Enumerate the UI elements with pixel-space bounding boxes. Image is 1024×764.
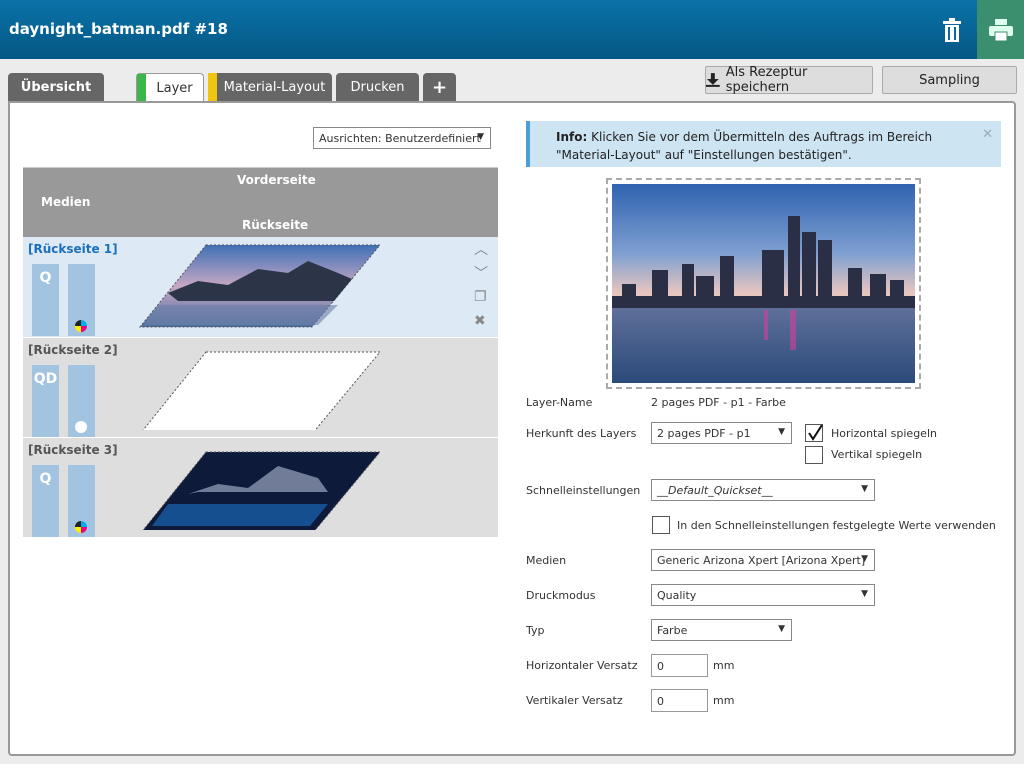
job-title: daynight_batman.pdf #18 — [9, 20, 228, 38]
print-mode-badge: Q — [32, 264, 59, 336]
use-quickset-checkbox[interactable] — [652, 516, 670, 534]
download-icon — [706, 73, 720, 87]
close-icon[interactable]: ✕ — [982, 126, 993, 144]
move-up-icon[interactable]: ︿ — [474, 239, 488, 259]
select-value: Generic Arizona Xpert [Arizona Xpert] — [657, 553, 866, 567]
mirror-vertical-checkbox[interactable] — [805, 446, 823, 464]
printer-icon — [988, 18, 1013, 41]
mirror-horizontal-label: Horizontal spiegeln — [831, 427, 937, 440]
type-label: Typ — [526, 624, 545, 637]
layer-name-value: 2 pages PDF - p1 - Farbe — [651, 396, 786, 409]
chevron-down-icon: ▼ — [861, 554, 868, 564]
media-select[interactable]: Generic Arizona Xpert [Arizona Xpert] ▼ — [651, 549, 875, 571]
select-value: Farbe — [657, 623, 688, 637]
white-ink-icon — [75, 421, 87, 433]
header-bar: daynight_batman.pdf #18 — [0, 0, 1024, 59]
chevron-down-icon: ▼ — [778, 427, 785, 437]
v-offset-input[interactable]: 0 — [651, 689, 708, 712]
layer-grid-header: Vorderseite Medien Rückseite — [23, 167, 498, 237]
quickset-label: Schnelleinstellungen — [526, 484, 641, 497]
layer-row[interactable]: [Rückseite 1] Q ︿ ﹀ ❐ ✖ — [23, 237, 498, 337]
select-value: Ausrichten: Benutzerdefiniert — [319, 131, 481, 145]
tab-label: Drucken — [350, 79, 405, 95]
layer-row-title: [Rückseite 2] — [28, 343, 118, 357]
sampling-button[interactable]: Sampling — [882, 66, 1017, 94]
copy-icon[interactable]: ❐ — [474, 289, 487, 305]
button-label: Als Rezeptur speichern — [725, 65, 808, 95]
media-header: Medien — [41, 195, 91, 209]
save-recipe-button[interactable]: Als Rezeptur speichern — [705, 65, 873, 95]
tab-material-layout[interactable]: Material-Layout — [208, 73, 332, 101]
color-channel-bar — [68, 264, 95, 336]
tab-overview[interactable]: Übersicht — [8, 73, 104, 101]
print-mode-badge: Q — [32, 465, 59, 537]
layer-row-title: [Rückseite 1] — [28, 242, 118, 256]
layer-thumbnail — [142, 451, 382, 530]
type-select[interactable]: Farbe ▼ — [651, 619, 792, 641]
quickset-select[interactable]: __Default_Quickset__ ▼ — [651, 479, 875, 501]
origin-select[interactable]: 2 pages PDF - p1 ▼ — [651, 422, 792, 444]
select-value: 2 pages PDF - p1 — [657, 426, 751, 440]
layer-row[interactable]: [Rückseite 2] QD — [23, 337, 498, 437]
chevron-down-icon: ▼ — [778, 624, 785, 634]
tab-label: Layer — [156, 81, 193, 96]
layer-thumbnail — [142, 351, 382, 430]
print-button[interactable] — [977, 0, 1024, 59]
info-text: Klicken Sie vor dem Übermitteln des Auft… — [556, 130, 933, 162]
use-quickset-label: In den Schnelleinstellungen festgelegte … — [677, 519, 996, 532]
front-header: Vorderseite — [237, 173, 316, 187]
chevron-down-icon: ▼ — [477, 132, 484, 142]
tab-label: Material-Layout — [223, 79, 326, 95]
tab-label: Übersicht — [20, 79, 92, 95]
color-channel-bar — [68, 365, 95, 437]
move-down-icon[interactable]: ﹀ — [474, 263, 488, 283]
close-icon[interactable]: ✖ — [474, 313, 486, 329]
select-value: __Default_Quickset__ — [657, 483, 773, 497]
origin-label: Herkunft des Layers — [526, 427, 637, 440]
print-mode-select[interactable]: Quality ▼ — [651, 584, 875, 606]
select-value: Quality — [657, 588, 697, 602]
delete-button[interactable] — [930, 0, 974, 59]
tab-layer[interactable]: Layer — [136, 73, 204, 103]
chevron-down-icon: ▼ — [861, 484, 868, 494]
mirror-horizontal-checkbox[interactable] — [805, 424, 823, 442]
print-mode-label: Druckmodus — [526, 589, 596, 602]
chevron-down-icon: ▼ — [861, 589, 868, 599]
v-offset-label: Vertikaler Versatz — [526, 694, 623, 707]
tab-color-mark — [208, 73, 217, 101]
plus-icon: + — [431, 76, 448, 98]
color-channel-bar — [68, 465, 95, 537]
print-mode-badge: QD — [32, 365, 59, 437]
cmyk-icon — [75, 521, 87, 533]
tab-color-mark — [137, 74, 146, 103]
layer-preview — [606, 178, 921, 389]
checkmark-icon — [808, 425, 823, 441]
cmyk-icon — [75, 320, 87, 332]
info-label: Info: — [556, 130, 588, 144]
info-banner: Info: Klicken Sie vor dem Übermitteln de… — [526, 121, 1001, 167]
layer-row-title: [Rückseite 3] — [28, 443, 118, 457]
tab-add[interactable]: + — [423, 73, 456, 101]
v-offset-unit: mm — [713, 694, 735, 707]
layer-thumbnail — [138, 244, 382, 328]
h-offset-label: Horizontaler Versatz — [526, 659, 638, 672]
preview-image — [612, 184, 915, 383]
trash-icon — [943, 17, 961, 42]
align-select[interactable]: Ausrichten: Benutzerdefiniert ▼ — [313, 127, 491, 149]
h-offset-input[interactable]: 0 — [651, 654, 708, 677]
media-label: Medien — [526, 554, 567, 567]
layer-name-label: Layer-Name — [526, 396, 593, 409]
h-offset-unit: mm — [713, 659, 735, 672]
tab-print[interactable]: Drucken — [336, 73, 419, 101]
button-label: Sampling — [919, 72, 980, 88]
layer-row[interactable]: [Rückseite 3] Q — [23, 437, 498, 537]
mirror-vertical-label: Vertikal spiegeln — [831, 448, 923, 461]
back-header: Rückseite — [242, 218, 309, 232]
